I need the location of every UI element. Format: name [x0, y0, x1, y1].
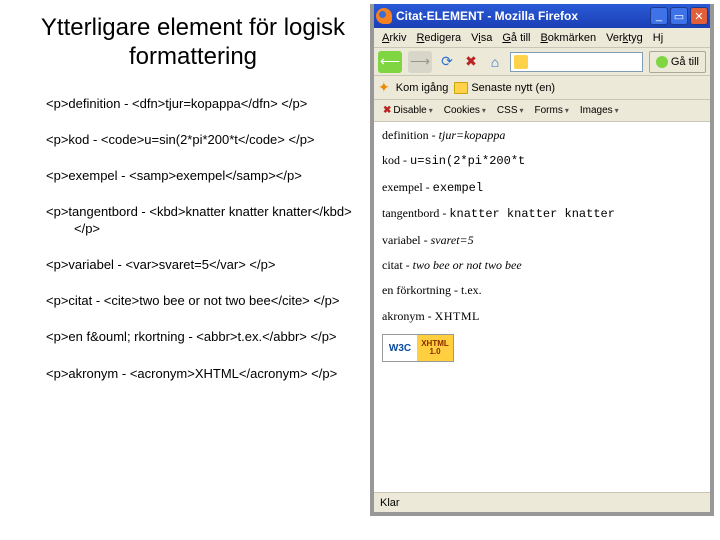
dev-images[interactable]: Images▾	[575, 103, 624, 118]
w3c-badge-right: XHTML 1.0	[417, 335, 453, 361]
code-line-8: <p>akronym - <acronym>XHTML</acronym> </…	[46, 366, 360, 382]
status-text: Klar	[380, 497, 400, 509]
stop-button[interactable]: ✖	[462, 53, 480, 71]
getting-started-icon: ✦	[378, 79, 390, 96]
bookmark-latest-news-label: Senaste nytt (en)	[471, 82, 555, 94]
menu-edit[interactable]: Redigera	[412, 31, 465, 45]
bookmark-getting-started[interactable]: Kom igång	[396, 82, 449, 94]
code-line-7: <p>en f&ouml; rkortning - <abbr>t.ex.</a…	[46, 329, 360, 345]
w3c-badge-left: W3C	[383, 335, 417, 361]
menu-help[interactable]: Hj	[649, 31, 667, 45]
code-line-3: <p>exempel - <samp>exempel</samp></p>	[46, 168, 360, 184]
render-code: kod - u=sin(2*pi*200*t	[382, 153, 702, 168]
render-var: variabel - svaret=5	[382, 233, 702, 247]
bookmark-latest-news[interactable]: Senaste nytt (en)	[454, 82, 555, 94]
nav-toolbar: ⟵ ⟶ ⟳ ✖ ⌂ Gå till	[374, 48, 710, 76]
render-acronym: akronym - XHTML	[382, 309, 702, 323]
status-bar: Klar	[374, 492, 710, 512]
page-content: definition - tjur=kopappa kod - u=sin(2*…	[374, 122, 710, 492]
close-button[interactable]: ✕	[690, 7, 708, 25]
address-bar[interactable]	[510, 52, 643, 72]
render-abbr: en förkortning - t.ex.	[382, 283, 702, 297]
menu-file[interactable]: Arkiv	[378, 31, 410, 45]
code-line-2: <p>kod - <code>u=sin(2*pi*200*t</code> <…	[46, 132, 360, 148]
back-button[interactable]: ⟵	[378, 51, 402, 73]
reload-button[interactable]: ⟳	[438, 53, 456, 71]
code-line-1: <p>definition - <dfn>tjur=kopappa</dfn> …	[46, 96, 360, 112]
window-title: Citat-ELEMENT - Mozilla Firefox	[396, 9, 650, 23]
firefox-icon	[376, 8, 392, 24]
dev-css[interactable]: CSS▾	[492, 103, 529, 118]
render-samp: exempel - exempel	[382, 180, 702, 195]
go-button[interactable]: Gå till	[649, 51, 706, 73]
go-icon	[656, 56, 668, 68]
titlebar[interactable]: Citat-ELEMENT - Mozilla Firefox _ ▭ ✕	[374, 4, 710, 28]
forward-button[interactable]: ⟶	[408, 51, 432, 73]
dev-forms[interactable]: Forms▾	[530, 103, 574, 118]
maximize-button[interactable]: ▭	[670, 7, 688, 25]
dev-cookies[interactable]: Cookies▾	[439, 103, 491, 118]
browser-window: Citat-ELEMENT - Mozilla Firefox _ ▭ ✕ Ar…	[370, 4, 714, 516]
go-label: Gå till	[671, 56, 699, 68]
folder-icon	[454, 82, 468, 94]
code-line-6: <p>citat - <cite>two bee or not two bee<…	[46, 293, 360, 309]
page-icon	[514, 55, 528, 69]
menu-go[interactable]: Gå till	[498, 31, 534, 45]
menu-view[interactable]: Visa	[467, 31, 496, 45]
w3c-valid-badge[interactable]: W3C XHTML 1.0	[382, 334, 454, 362]
dev-disable[interactable]: ✖Disable▾	[378, 103, 438, 118]
minimize-button[interactable]: _	[650, 7, 668, 25]
home-button[interactable]: ⌂	[486, 53, 504, 71]
render-dfn: definition - tjur=kopappa	[382, 128, 702, 142]
code-line-5: <p>variabel - <var>svaret=5</var> </p>	[46, 257, 360, 273]
webdev-toolbar: ✖Disable▾ Cookies▾ CSS▾ Forms▾ Images▾	[374, 100, 710, 122]
slide-title: Ytterligare element för logisk formatter…	[26, 14, 360, 72]
bookmarks-toolbar: ✦ Kom igång Senaste nytt (en)	[374, 76, 710, 100]
slide-text-pane: Ytterligare element för logisk formatter…	[0, 0, 370, 540]
render-kbd: tangentbord - knatter knatter knatter	[382, 206, 702, 221]
menu-tools[interactable]: Verktyg	[602, 31, 647, 45]
code-line-4: <p>tangentbord - <kbd>knatter knatter kn…	[46, 204, 360, 237]
menubar: Arkiv Redigera Visa Gå till Bokmärken Ve…	[374, 28, 710, 48]
render-cite: citat - two bee or not two bee	[382, 258, 702, 272]
menu-bookmarks[interactable]: Bokmärken	[536, 31, 600, 45]
